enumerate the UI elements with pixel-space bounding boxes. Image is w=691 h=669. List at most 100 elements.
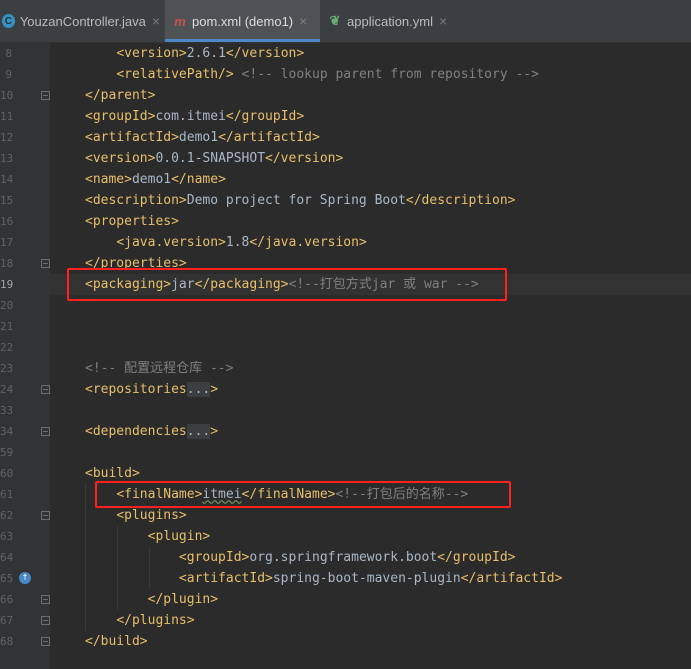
line-number: 13	[0, 152, 14, 165]
xml-comment: <!-- lookup parent from repository -->	[241, 67, 539, 82]
xml-tag: </parent>	[85, 88, 156, 103]
code-line[interactable]: <plugin>	[85, 526, 211, 547]
xml-tag: </java.version>	[249, 235, 367, 250]
line-number: 10	[0, 89, 14, 102]
xml-tag: </version>	[265, 151, 344, 166]
xml-tag: <artifactId>	[85, 130, 179, 145]
code-line[interactable]: <java.version>1.8</java.version>	[85, 232, 367, 253]
xml-comment: <!-- 配置远程仓库 -->	[85, 361, 234, 376]
line-number: 23	[0, 362, 14, 375]
code-line[interactable]: <version>0.0.1-SNAPSHOT</version>	[85, 148, 343, 169]
annotation-box	[67, 268, 507, 301]
code-line[interactable]: <groupId>com.itmei</groupId>	[85, 106, 304, 127]
line-number: 22	[0, 341, 14, 354]
fold-toggle-icon[interactable]	[41, 595, 50, 604]
code-text: demo1	[131, 172, 172, 187]
override-icon[interactable]: ↑	[19, 572, 31, 584]
close-icon[interactable]: ×	[299, 13, 307, 29]
code-line[interactable]: </parent>	[85, 85, 155, 106]
code-line[interactable]: <repositories...>	[85, 379, 218, 400]
line-number: 12	[0, 131, 14, 144]
fold-toggle-icon[interactable]	[41, 385, 50, 394]
close-icon[interactable]: ×	[152, 13, 160, 29]
line-number: 68	[0, 635, 14, 648]
tab-application[interactable]: ❦ application.yml ×	[320, 0, 460, 42]
code-line[interactable]: </build>	[85, 631, 148, 652]
line-number: 65	[0, 572, 14, 585]
xml-tag: </description>	[405, 193, 516, 208]
line-number: 16	[0, 215, 14, 228]
code-line[interactable]: <dependencies...>	[85, 421, 218, 442]
code-line[interactable]: <!-- 配置远程仓库 -->	[85, 358, 233, 379]
code-line[interactable]: <version>2.6.1</version>	[85, 43, 304, 64]
tab-label: application.yml	[347, 13, 433, 29]
maven-icon: m	[174, 13, 186, 29]
xml-tag: <relativePath/>	[116, 67, 234, 82]
close-icon[interactable]: ×	[439, 13, 447, 29]
line-number: 21	[0, 320, 14, 333]
code-line[interactable]: <plugins>	[85, 505, 187, 526]
code-text: 1.8	[225, 235, 250, 250]
fold-toggle-icon[interactable]	[41, 91, 50, 100]
code-text: demo1	[178, 130, 219, 145]
fold-toggle-icon[interactable]	[41, 616, 50, 625]
xml-tag: <properties>	[85, 214, 179, 229]
line-number: 63	[0, 530, 14, 543]
code-line[interactable]: </plugin>	[85, 589, 218, 610]
xml-tag: </groupId>	[225, 109, 305, 124]
xml-tag: <build>	[85, 466, 140, 481]
code-text: org.springframework.boot	[249, 550, 438, 565]
xml-tag: <groupId>	[85, 109, 156, 124]
xml-tag: >	[210, 424, 219, 439]
code-line[interactable]: </plugins>	[85, 610, 195, 631]
code-line[interactable]: <name>demo1</name>	[85, 169, 226, 190]
line-number: 19	[0, 278, 14, 291]
code-line[interactable]: <description>Demo project for Spring Boo…	[85, 190, 515, 211]
xml-tag: </artifactId>	[218, 130, 320, 145]
xml-tag: <description>	[85, 193, 187, 208]
tab-youzancontroller[interactable]: C YouzanController.java ×	[0, 0, 160, 42]
folded-region[interactable]: ...	[186, 424, 211, 439]
code-line[interactable]: <properties>	[85, 211, 179, 232]
code-line[interactable]: <groupId>org.springframework.boot</group…	[85, 547, 516, 568]
fold-toggle-icon[interactable]	[41, 427, 50, 436]
fold-toggle-icon[interactable]	[41, 259, 50, 268]
xml-tag: <plugins>	[116, 508, 187, 523]
code-text: Demo project for Spring Boot	[186, 193, 406, 208]
tab-label: pom.xml (demo1)	[192, 13, 294, 29]
code-area[interactable]: <version>2.6.1</version> <relativePath/>…	[53, 43, 691, 669]
code-line[interactable]: <relativePath/> <!-- lookup parent from …	[85, 64, 539, 85]
line-number: 59	[0, 446, 14, 459]
xml-tag: <artifactId>	[178, 571, 273, 586]
fold-toggle-icon[interactable]	[41, 637, 50, 646]
line-number: 62	[0, 509, 14, 522]
line-number: 18	[0, 257, 14, 270]
code-line[interactable]: <artifactId>spring-boot-maven-plugin</ar…	[85, 568, 563, 589]
tab-pom[interactable]: m pom.xml (demo1) ×	[165, 0, 320, 42]
xml-tag: </version>	[225, 46, 305, 61]
xml-tag: </plugins>	[116, 613, 195, 628]
code-line[interactable]: <artifactId>demo1</artifactId>	[85, 127, 320, 148]
xml-tag: <dependencies	[85, 424, 187, 439]
annotation-box	[95, 481, 511, 508]
code-editor[interactable]: 8 9 10 11 12 13 14 15 16 17 18 19 20 21 22 23 24 33 34 59 60…	[0, 43, 691, 669]
xml-tag: <repositories	[85, 382, 187, 397]
xml-tag: <java.version>	[116, 235, 226, 250]
code-text: spring-boot-maven-plugin	[272, 571, 461, 586]
line-number: 15	[0, 194, 14, 207]
folded-region[interactable]: ...	[186, 382, 211, 397]
code-text: 2.6.1	[186, 46, 226, 61]
line-gutter: 8 9 10 11 12 13 14 15 16 17 18 19 20 21 22 23 24 33 34 59 60…	[0, 43, 50, 669]
fold-toggle-icon[interactable]	[41, 511, 50, 520]
line-number: 34	[0, 425, 14, 438]
xml-tag: <plugin>	[147, 529, 211, 544]
xml-tag: >	[210, 382, 219, 397]
line-number: 67	[0, 614, 14, 627]
code-text: 0.0.1-SNAPSHOT	[155, 151, 266, 166]
